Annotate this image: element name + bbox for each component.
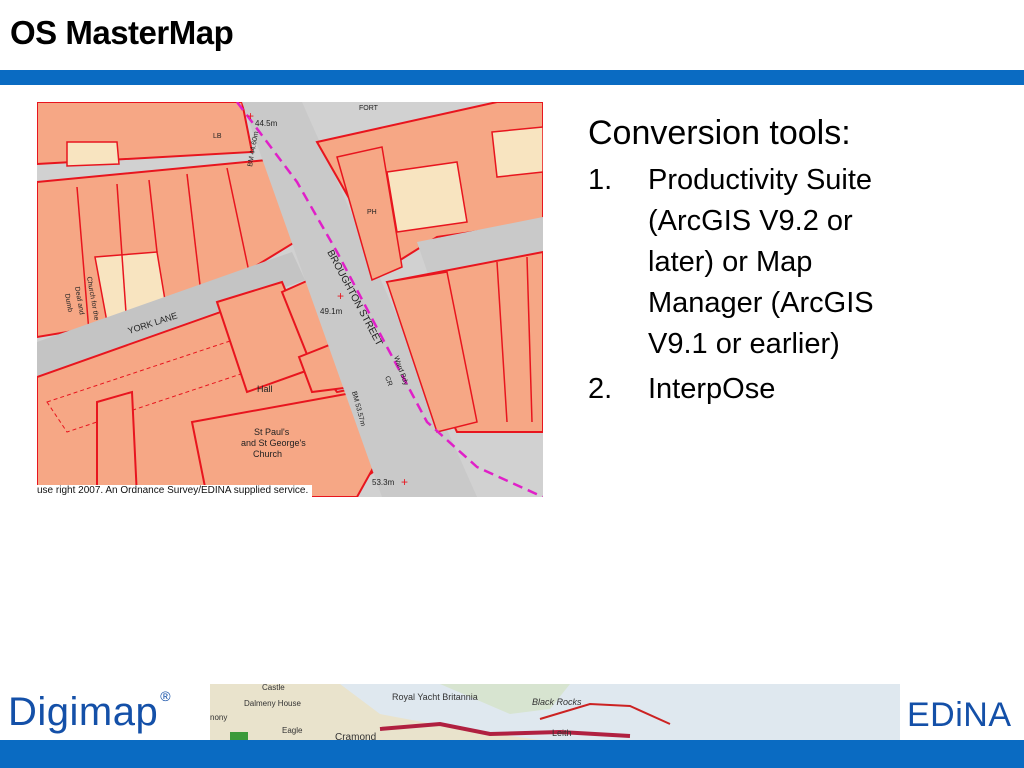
conversion-tools-list: 1. Productivity Suite (ArcGIS V9.2 or la… <box>588 160 968 410</box>
map-label-church: St Paul's <box>254 427 290 437</box>
spot-height-marker: + <box>337 289 344 303</box>
slide-title: OS MasterMap <box>10 14 234 51</box>
footer-label-leith: Leith <box>552 728 572 738</box>
footer-divider <box>0 740 1024 768</box>
edina-logo: EDiNA <box>907 696 1012 734</box>
map-label-ph: PH <box>367 209 377 216</box>
conversion-tools-heading: Conversion tools: <box>588 114 851 152</box>
map-label-hall: Hall <box>257 384 273 394</box>
digimap-logo: Digimap ® <box>8 688 172 735</box>
footer-label-britannia: Royal Yacht Britannia <box>392 692 478 702</box>
title-divider <box>0 70 1024 85</box>
digimap-logo-text: Digimap <box>8 690 159 734</box>
spot-height-marker: + <box>247 109 254 123</box>
os-mastermap-image: 44.5m 49.1m 53.3m YORK LANE BROUGHTON ST… <box>37 102 543 497</box>
footer-label-black-rocks: Black Rocks <box>532 697 582 707</box>
footer-label-dalmeny: Dalmeny House <box>244 699 301 708</box>
map-label-spot1: 44.5m <box>255 119 278 128</box>
list-item-number: 1. <box>588 164 613 196</box>
content-panel: Conversion tools: 1. Productivity Suite … <box>588 112 968 414</box>
list-item: 1. Productivity Suite (ArcGIS V9.2 or la… <box>588 160 968 365</box>
map-label-spot3: 53.3m <box>372 478 395 487</box>
map-label-fort: FORT <box>359 105 379 112</box>
footer-map-strip: Castle Dalmeny House nony Royal Yacht Br… <box>210 684 900 740</box>
footer-label-nony: nony <box>210 713 227 722</box>
map-label-church2: and St George's <box>241 438 306 448</box>
map-label-lb: LB <box>213 133 222 140</box>
map-label-church3: Church <box>253 449 282 459</box>
list-item-text: InterpOse <box>648 373 776 405</box>
registered-mark: ® <box>160 688 172 704</box>
list-item-number: 2. <box>588 373 613 405</box>
map-label-spot2: 49.1m <box>320 307 343 316</box>
list-item: 2. InterpOse <box>588 369 968 410</box>
map-copyright: use right 2007. An Ordnance Survey/EDINA… <box>37 485 313 497</box>
list-item-text: Productivity Suite (ArcGIS V9.2 or later… <box>648 164 874 360</box>
footer-label-cramond: Cramond <box>335 732 376 740</box>
footer-label-eagle: Eagle <box>282 726 303 735</box>
footer-label-castle: Castle <box>262 684 285 692</box>
map-canvas: 44.5m 49.1m 53.3m YORK LANE BROUGHTON ST… <box>37 102 543 497</box>
spot-height-marker: + <box>401 475 408 489</box>
